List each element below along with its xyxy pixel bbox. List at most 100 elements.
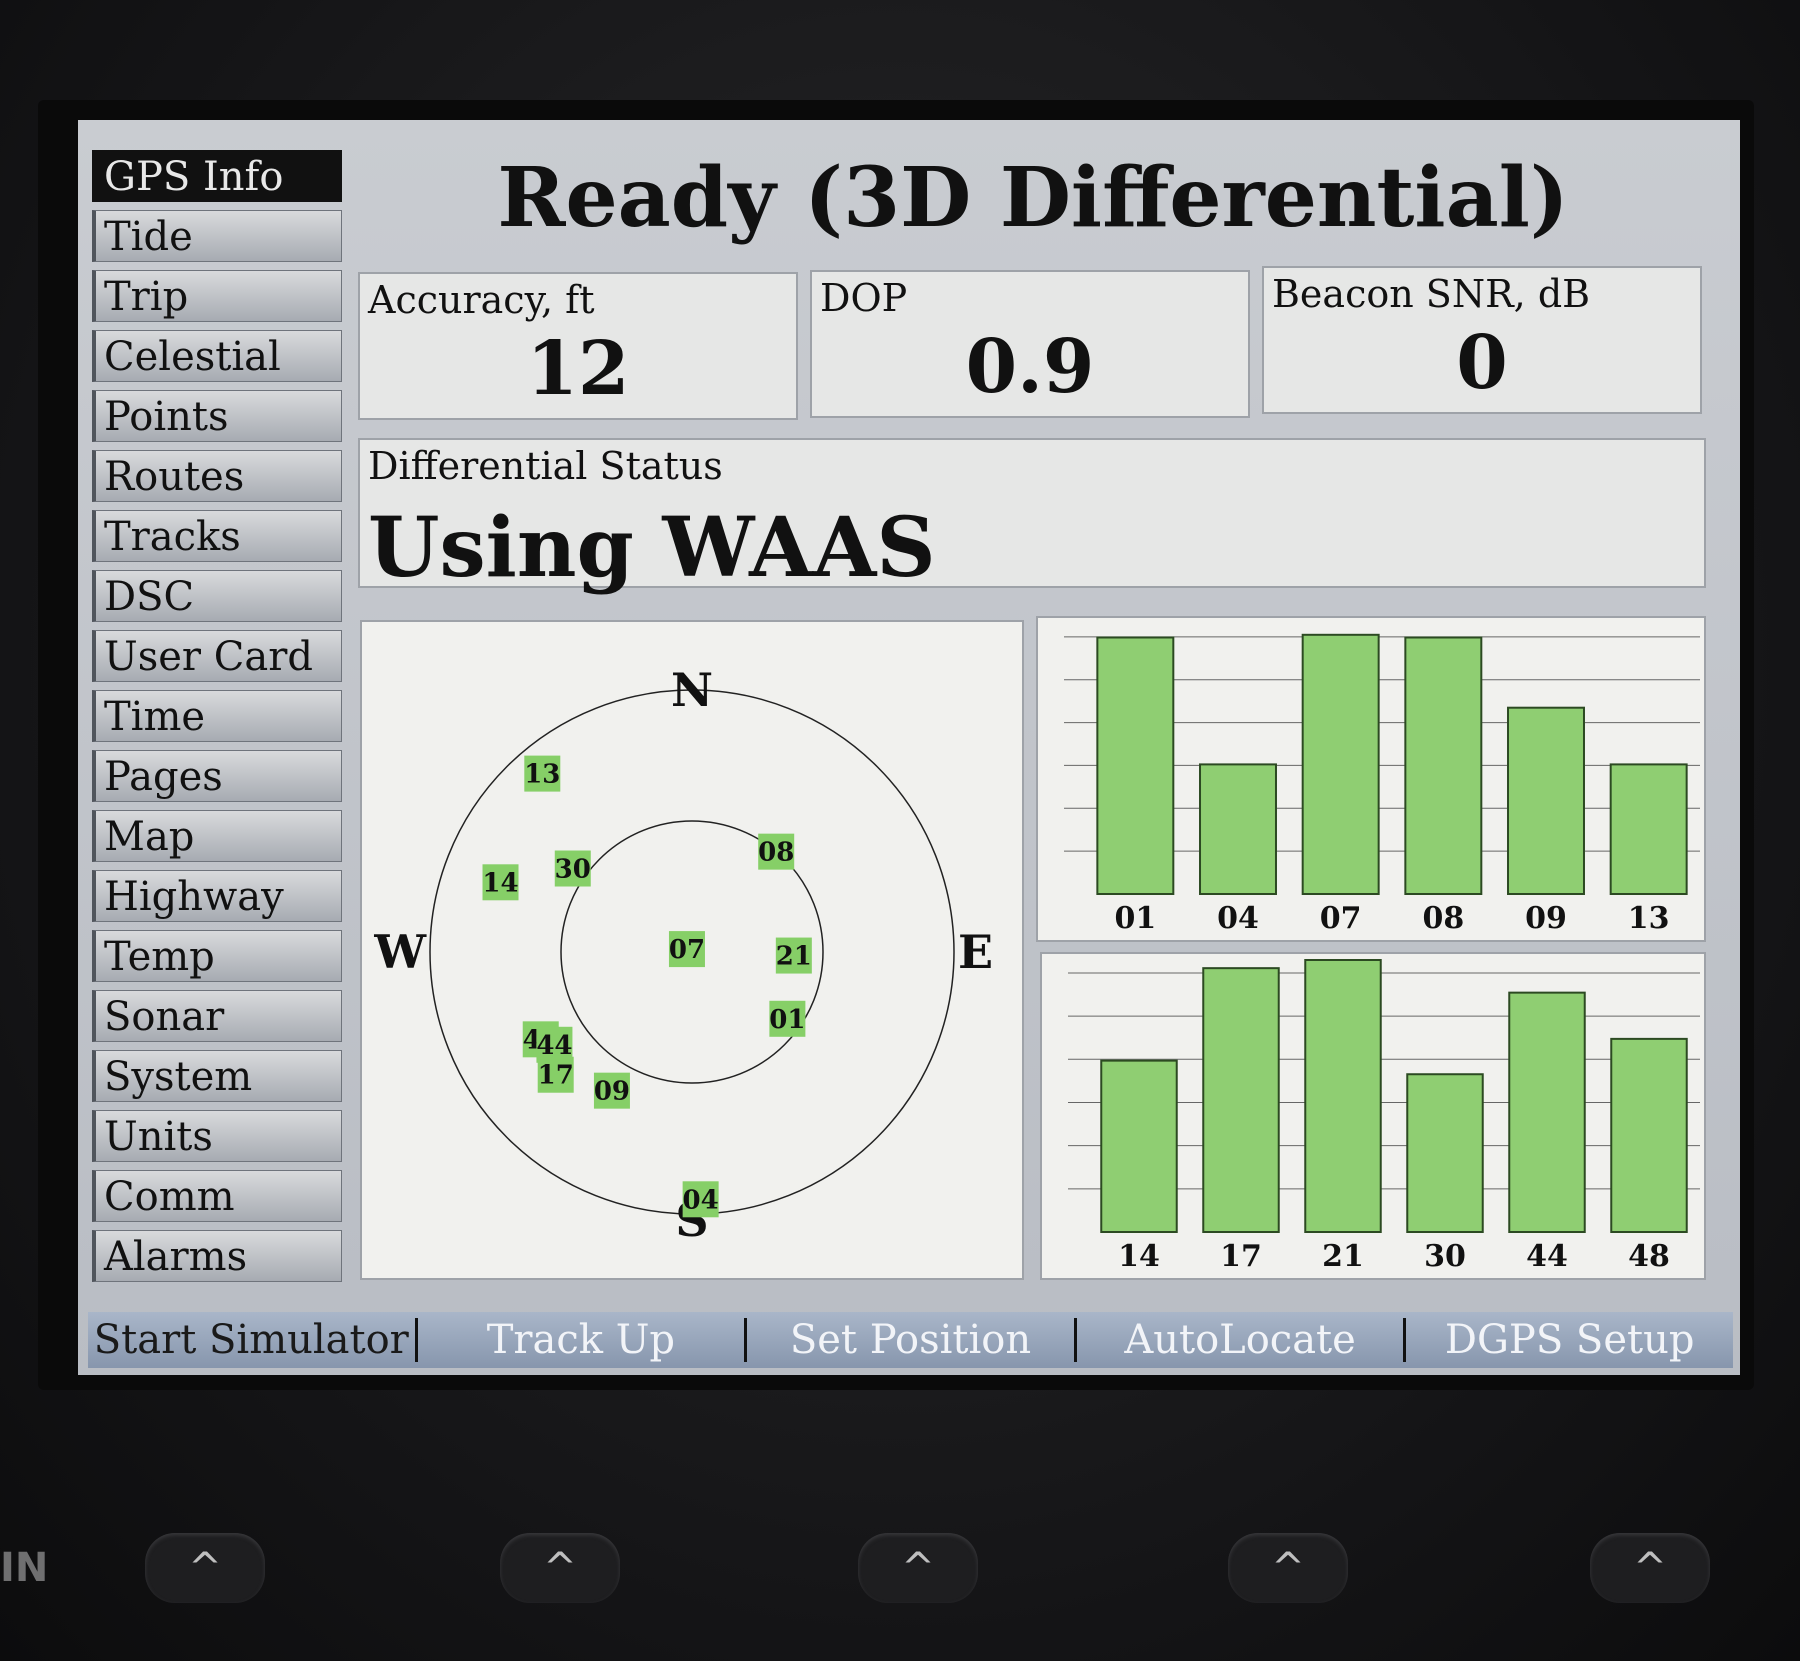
satellite-label: 21 bbox=[776, 942, 812, 972]
bar-label-14: 14 bbox=[1118, 1239, 1160, 1274]
softkey-start-simulator[interactable]: Start Simulator bbox=[88, 1318, 418, 1362]
satellite-label: 30 bbox=[555, 855, 591, 885]
satellite-label: 13 bbox=[524, 760, 560, 790]
satellite-label: 01 bbox=[769, 1005, 805, 1035]
sidebar-item-tracks[interactable]: Tracks bbox=[92, 510, 342, 562]
satellite-17: 17 bbox=[538, 1056, 574, 1093]
satellite-01: 01 bbox=[769, 1000, 805, 1037]
sidebar-item-pages[interactable]: Pages bbox=[92, 750, 342, 802]
sidebar-item-comm[interactable]: Comm bbox=[92, 1170, 342, 1222]
satellite-21: 21 bbox=[776, 937, 812, 974]
softkey-autolocate[interactable]: AutoLocate bbox=[1077, 1318, 1407, 1362]
sidebar-item-temp[interactable]: Temp bbox=[92, 930, 342, 982]
signal-bar-21 bbox=[1304, 959, 1382, 1233]
signal-bars-chart-2: 14 17 21 30 44 48 bbox=[1068, 959, 1700, 1274]
softkey-set-position[interactable]: Set Position bbox=[747, 1318, 1077, 1362]
dop-label: DOP bbox=[820, 276, 908, 320]
beacon-label: Beacon SNR, dB bbox=[1272, 272, 1591, 316]
satellite-label: 17 bbox=[538, 1061, 574, 1091]
differential-panel: Differential Status Using WAAS bbox=[358, 438, 1706, 596]
hardware-softkey-2[interactable]: ^ bbox=[500, 1533, 620, 1603]
page-title: Ready (3D Differential) bbox=[497, 150, 1569, 246]
accuracy-panel: Accuracy, ft 12 bbox=[358, 272, 798, 420]
softkey-dgps-setup[interactable]: DGPS Setup bbox=[1406, 1318, 1733, 1362]
sidebar-item-tide[interactable]: Tide bbox=[92, 210, 342, 262]
sidebar-item-alarms[interactable]: Alarms bbox=[92, 1230, 342, 1282]
sidebar-item-celestial[interactable]: Celestial bbox=[92, 330, 342, 382]
compass-n-label: N bbox=[671, 663, 713, 717]
satellite-04: 04 bbox=[683, 1181, 719, 1218]
satellite-30: 30 bbox=[555, 850, 591, 887]
signal-bars-panel-2: 14 17 21 30 44 48 bbox=[1040, 952, 1706, 1280]
hardware-softkey-5[interactable]: ^ bbox=[1590, 1533, 1710, 1603]
beacon-panel: Beacon SNR, dB 0 bbox=[1262, 266, 1702, 414]
satellite-label: 04 bbox=[683, 1185, 719, 1215]
sidebar-item-highway[interactable]: Highway bbox=[92, 870, 342, 922]
bar-label-09: 09 bbox=[1525, 901, 1567, 936]
satellite-14: 14 bbox=[482, 864, 519, 901]
signal-bar-17 bbox=[1202, 967, 1280, 1233]
sidebar-item-trip[interactable]: Trip bbox=[92, 270, 342, 322]
sidebar-item-routes[interactable]: Routes bbox=[92, 450, 342, 502]
satellite-13: 13 bbox=[524, 755, 560, 792]
bar-label-17: 17 bbox=[1220, 1239, 1262, 1274]
satellite-08: 08 bbox=[758, 833, 794, 870]
signal-bar-04 bbox=[1199, 763, 1277, 895]
bar-label-01: 01 bbox=[1114, 901, 1156, 936]
sidebar-item-map[interactable]: Map bbox=[92, 810, 342, 862]
satellite-label: 08 bbox=[758, 838, 794, 868]
dop-panel: DOP 0.9 bbox=[810, 270, 1250, 418]
signal-bars-panel-1: 01 04 07 08 09 13 bbox=[1036, 616, 1706, 942]
hardware-softkey-3[interactable]: ^ bbox=[858, 1533, 978, 1603]
signal-bars-chart-1: 01 04 07 08 09 13 bbox=[1064, 633, 1700, 936]
sidebar-menu: GPS Info Tide Trip Celestial Points Routes Tra… bbox=[92, 150, 342, 1290]
sidebar-item-sonar[interactable]: Sonar bbox=[92, 990, 342, 1042]
brand-logo-fragment: IN bbox=[0, 1545, 49, 1591]
skyview-plot: NESW131430080721484417010904 bbox=[373, 663, 993, 1247]
differential-label: Differential Status bbox=[368, 444, 723, 488]
signal-bar-09 bbox=[1507, 706, 1585, 895]
compass-e-label: E bbox=[958, 925, 993, 979]
gps-screen: GPS Info Tide Trip Celestial Points Routes Tra… bbox=[78, 120, 1740, 1375]
accuracy-value: 12 bbox=[526, 326, 630, 412]
bar-label-21: 21 bbox=[1322, 1239, 1364, 1274]
satellite-label: 07 bbox=[669, 935, 705, 965]
softkey-track-up[interactable]: Track Up bbox=[418, 1318, 748, 1362]
signal-bar-13 bbox=[1609, 763, 1688, 895]
satellite-07: 07 bbox=[669, 931, 705, 968]
satellite-label: 09 bbox=[594, 1077, 630, 1107]
signal-bar-07 bbox=[1301, 633, 1380, 896]
sidebar-item-gps-info[interactable]: GPS Info bbox=[92, 150, 342, 202]
accuracy-label: Accuracy, ft bbox=[368, 278, 595, 322]
sidebar-item-dsc[interactable]: DSC bbox=[92, 570, 342, 622]
satellite-label: 44 bbox=[536, 1031, 572, 1061]
sidebar-item-user-card[interactable]: User Card bbox=[92, 630, 342, 682]
differential-value: Using WAAS bbox=[368, 500, 936, 596]
bar-label-07: 07 bbox=[1320, 901, 1362, 936]
bar-label-13: 13 bbox=[1628, 901, 1670, 936]
dop-value: 0.9 bbox=[965, 324, 1095, 410]
skyview-panel: NESW131430080721484417010904 bbox=[360, 620, 1024, 1280]
satellite-label: 14 bbox=[482, 868, 518, 898]
hardware-softkey-4[interactable]: ^ bbox=[1228, 1533, 1348, 1603]
bar-label-04: 04 bbox=[1217, 901, 1259, 936]
sidebar-item-units[interactable]: Units bbox=[92, 1110, 342, 1162]
bar-label-44: 44 bbox=[1526, 1239, 1568, 1274]
sidebar-item-points[interactable]: Points bbox=[92, 390, 342, 442]
hardware-softkey-1[interactable]: ^ bbox=[145, 1533, 265, 1603]
signal-bar-48 bbox=[1610, 1037, 1688, 1233]
signal-bar-01 bbox=[1096, 636, 1175, 895]
bar-label-08: 08 bbox=[1422, 901, 1464, 936]
sidebar-item-system[interactable]: System bbox=[92, 1050, 342, 1102]
bar-label-30: 30 bbox=[1424, 1239, 1466, 1274]
beacon-value: 0 bbox=[1456, 320, 1508, 406]
compass-w-label: W bbox=[373, 925, 427, 979]
sidebar-item-time[interactable]: Time bbox=[92, 690, 342, 742]
softkey-bar: Start Simulator Track Up Set Position AutoL… bbox=[88, 1312, 1733, 1368]
satellite-09: 09 bbox=[594, 1072, 630, 1109]
signal-bar-08 bbox=[1404, 636, 1483, 895]
signal-bar-30 bbox=[1406, 1073, 1484, 1233]
bar-label-48: 48 bbox=[1628, 1239, 1670, 1274]
signal-bar-44 bbox=[1508, 991, 1586, 1233]
signal-bar-14 bbox=[1100, 1059, 1178, 1233]
